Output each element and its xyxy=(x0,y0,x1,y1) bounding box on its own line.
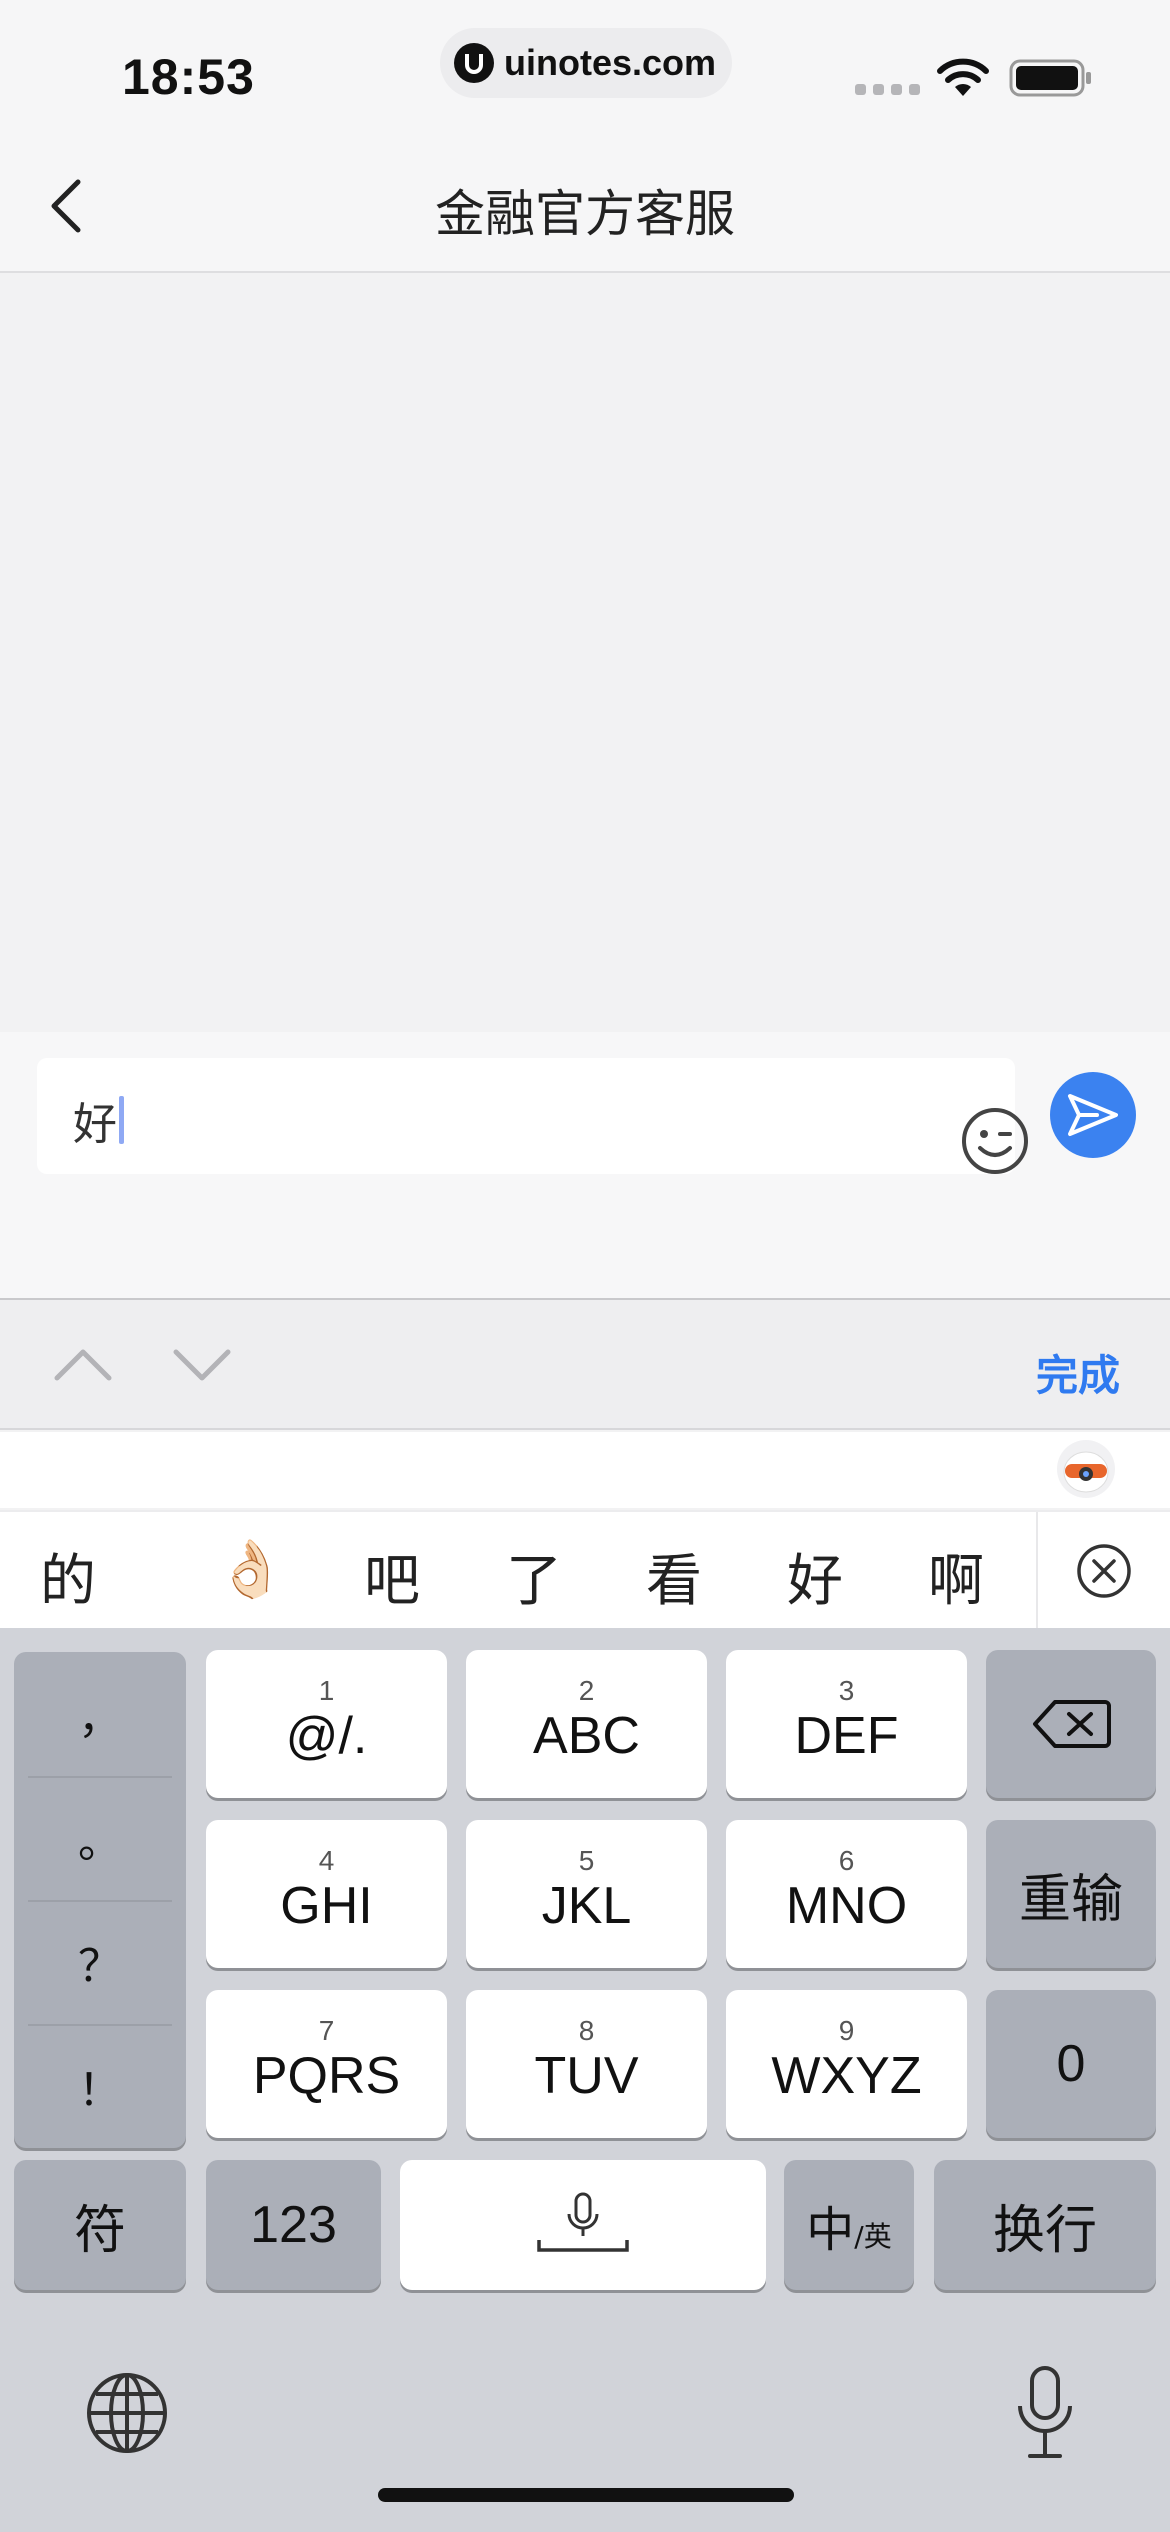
numeric-key[interactable]: 123 xyxy=(206,2160,381,2290)
smile-wink-icon[interactable] xyxy=(960,1106,1030,1176)
key-4[interactable]: 4 GHI xyxy=(206,1820,447,1968)
punct-key-comma[interactable]: ， xyxy=(14,1652,186,1776)
return-key[interactable]: 换行 xyxy=(934,2160,1156,2290)
backspace-icon xyxy=(1033,1700,1111,1748)
candidate-word[interactable]: 好 xyxy=(787,1536,843,1617)
ime-toolbar xyxy=(0,1432,1170,1508)
punct-key-period[interactable]: 。 xyxy=(14,1776,186,1900)
wifi-icon xyxy=(937,58,989,96)
chevron-down-icon[interactable] xyxy=(172,1340,232,1390)
status-time: 18:53 xyxy=(122,49,255,105)
done-button[interactable]: 完成 xyxy=(1036,1342,1120,1403)
chevron-up-icon[interactable] xyxy=(53,1340,113,1390)
space-key[interactable] xyxy=(400,2160,766,2290)
site-logo-icon xyxy=(454,43,494,83)
chat-message-area[interactable] xyxy=(0,275,1170,1032)
candidate-word[interactable]: 看 xyxy=(646,1536,702,1617)
page-title: 金融官方客服 xyxy=(435,185,735,243)
globe-icon[interactable] xyxy=(84,2370,170,2456)
close-circle-icon xyxy=(1077,1544,1131,1598)
key-9[interactable]: 9 WXYZ xyxy=(726,1990,967,2138)
ime-mascot-icon[interactable] xyxy=(1057,1440,1115,1498)
key-8[interactable]: 8 TUV xyxy=(466,1990,707,2138)
send-button[interactable] xyxy=(1050,1072,1136,1158)
key-6[interactable]: 6 MNO xyxy=(726,1820,967,1968)
text-caret xyxy=(119,1096,124,1144)
candidate-bar: 的 👌🏻 吧 了 看 好 啊 xyxy=(0,1510,1170,1630)
url-text: uinotes.com xyxy=(504,42,717,83)
keyboard: ， 。 ？ ！ 1 @/. 2 ABC 3 DEF 4 GHI 5 JKL 6 … xyxy=(0,1628,1170,2532)
candidate-emoji[interactable]: 👌🏻 xyxy=(216,1536,286,1602)
microphone-icon[interactable] xyxy=(1010,2364,1080,2464)
punctuation-column: ， 。 ？ ！ xyxy=(14,1652,186,2148)
home-indicator[interactable] xyxy=(378,2488,794,2502)
key-3[interactable]: 3 DEF xyxy=(726,1650,967,1798)
punct-key-question[interactable]: ？ xyxy=(14,1900,186,2024)
candidate-word[interactable]: 了 xyxy=(506,1536,562,1617)
language-toggle-label: 中/英 xyxy=(806,2202,892,2258)
cellular-signal-icon xyxy=(855,84,920,95)
key-0[interactable]: 0 xyxy=(986,1990,1156,2138)
message-composer: 好 xyxy=(0,1032,1170,1300)
candidate-word[interactable]: 的 xyxy=(40,1536,96,1617)
reset-key[interactable]: 重输 xyxy=(986,1820,1156,1968)
symbol-key[interactable]: 符 xyxy=(14,2160,186,2290)
battery-icon xyxy=(1009,59,1091,97)
candidate-word[interactable]: 啊 xyxy=(928,1536,984,1617)
delete-key[interactable] xyxy=(986,1650,1156,1798)
key-5[interactable]: 5 JKL xyxy=(466,1820,707,1968)
input-accessory-toolbar: 完成 xyxy=(0,1300,1170,1430)
space-mic-icon xyxy=(537,2192,629,2252)
url-pill[interactable]: uinotes.com xyxy=(440,28,732,98)
navigation-bar: 金融官方客服 xyxy=(0,140,1170,273)
candidate-word[interactable]: 吧 xyxy=(364,1536,420,1617)
status-bar: 18:53 uinotes.com xyxy=(0,0,1170,140)
key-1[interactable]: 1 @/. xyxy=(206,1650,447,1798)
send-arrow-icon xyxy=(1068,1094,1118,1136)
message-input[interactable]: 好 xyxy=(37,1058,1028,1174)
key-2[interactable]: 2 ABC xyxy=(466,1650,707,1798)
punct-key-exclamation[interactable]: ！ xyxy=(14,2024,186,2148)
close-candidates-button[interactable] xyxy=(1036,1512,1170,1630)
message-input-text: 好 xyxy=(73,1088,124,1152)
key-7[interactable]: 7 PQRS xyxy=(206,1990,447,2138)
language-toggle-key[interactable]: 中/英 xyxy=(784,2160,914,2290)
